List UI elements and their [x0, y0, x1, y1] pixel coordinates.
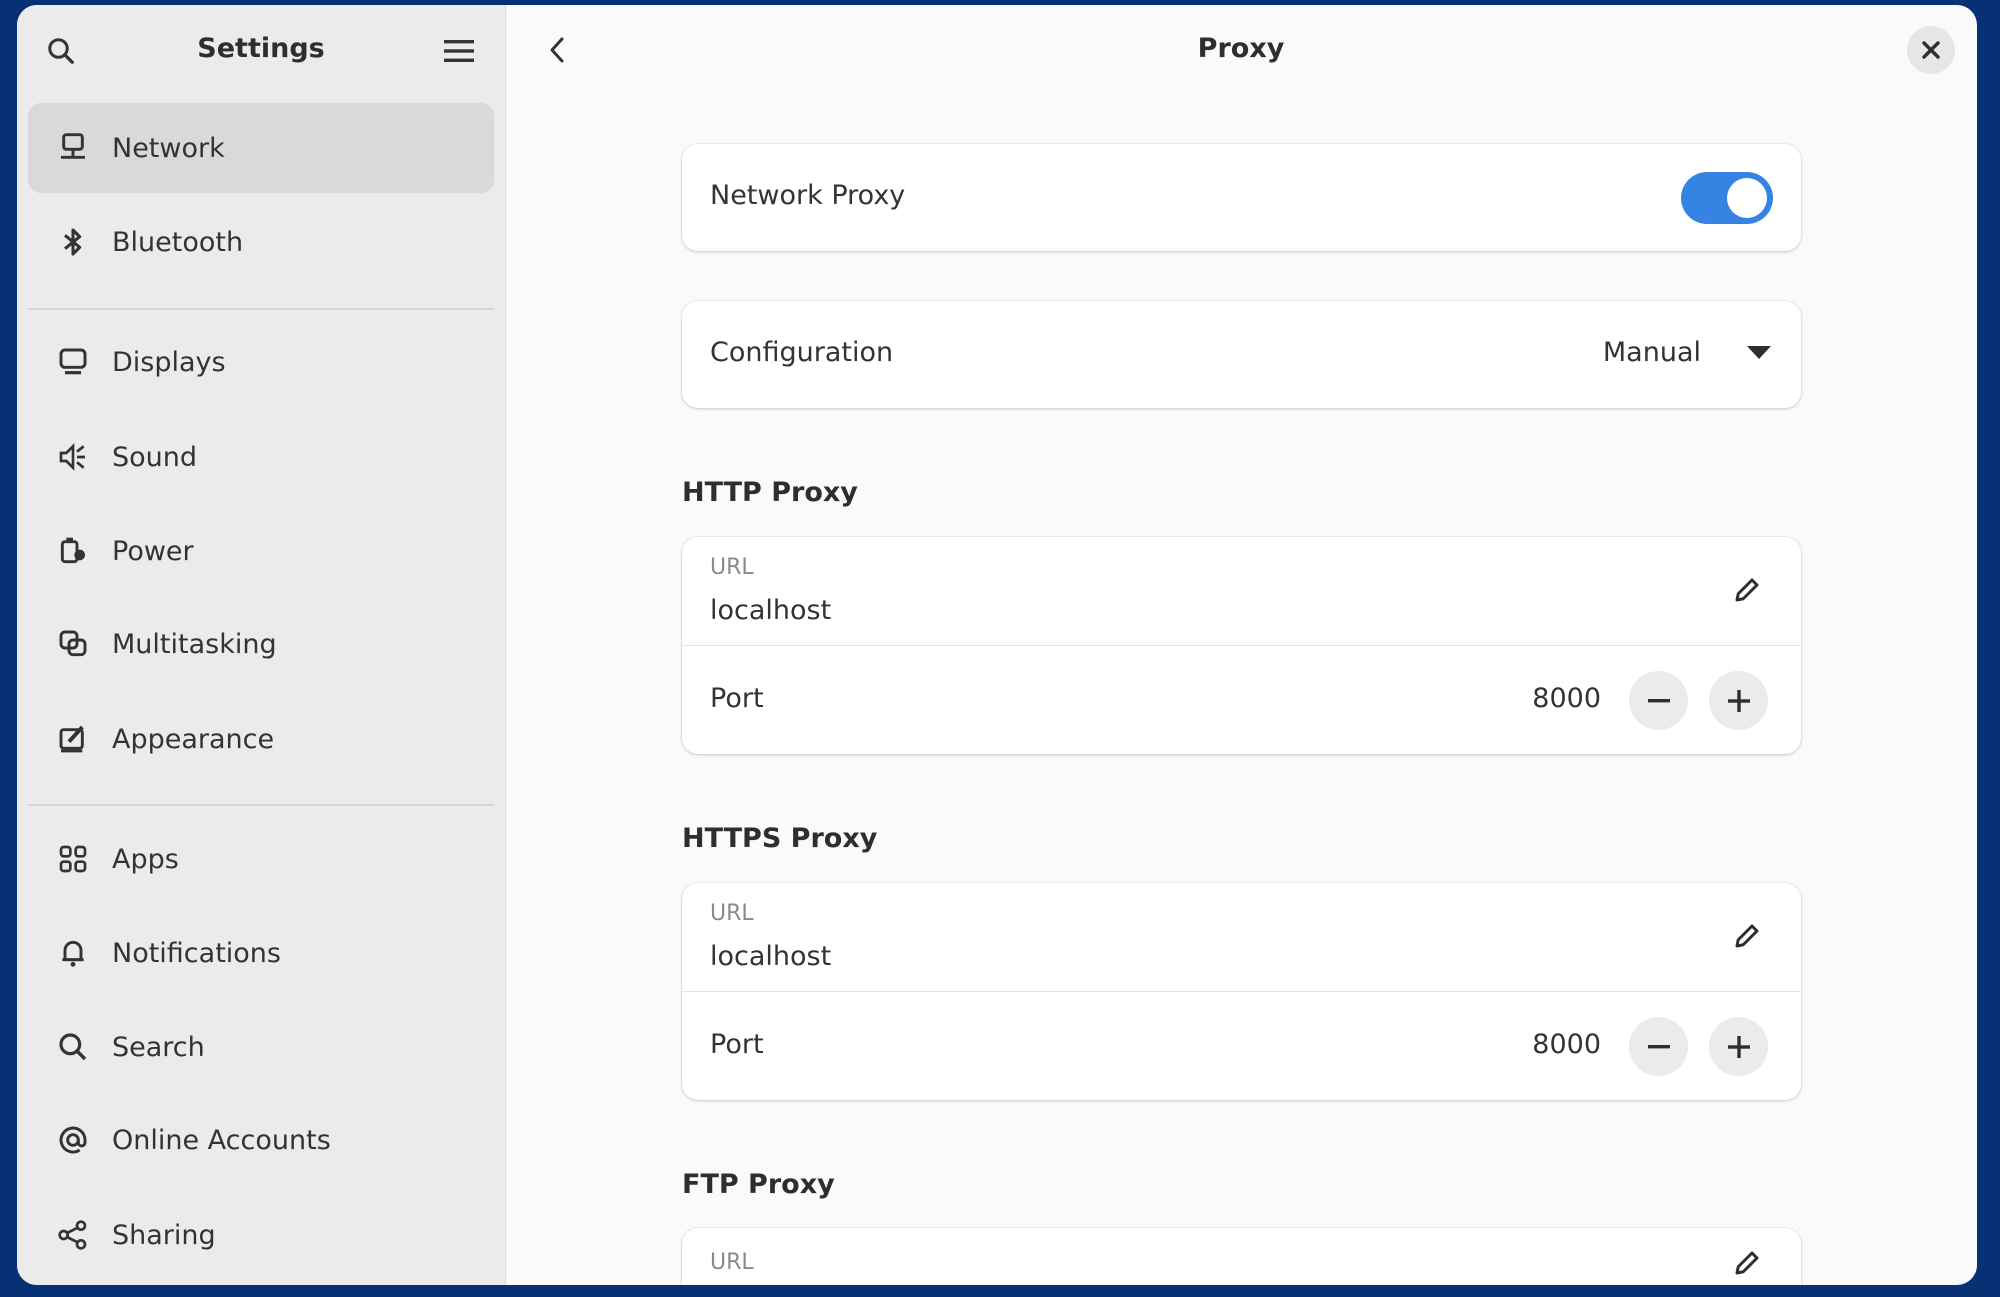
sidebar-item-label: Search [112, 1031, 205, 1063]
sidebar-item-label: Power [112, 535, 194, 567]
sidebar-item-label: Notifications [112, 937, 281, 969]
search-icon [48, 38, 74, 64]
sidebar-item-sound[interactable]: Sound [28, 412, 494, 502]
sidebar-item-label: Appearance [112, 723, 275, 755]
ftp-proxy-heading: FTP Proxy [682, 1169, 835, 1200]
bell-icon [56, 936, 90, 970]
share-icon [56, 1218, 90, 1252]
ftp-url-label: URL [710, 1250, 754, 1275]
pencil-icon [1735, 924, 1759, 948]
sidebar-item-label: Bluetooth [112, 226, 244, 258]
sidebar-item-label: Network [112, 132, 225, 164]
ftp-proxy-card: URL [682, 1228, 1801, 1285]
https-port-value[interactable]: 8000 [1532, 1029, 1601, 1060]
http-proxy-heading: HTTP Proxy [682, 477, 858, 508]
dropdown-arrow-icon [1747, 346, 1771, 359]
http-proxy-card: URL localhost Port 8000 [682, 537, 1801, 754]
main-menu-button[interactable] [439, 31, 479, 71]
back-button[interactable] [537, 30, 577, 70]
https-url-edit-button[interactable] [1732, 921, 1762, 955]
row-divider [682, 645, 1801, 646]
plus-icon [1727, 1035, 1750, 1058]
sidebar-item-bluetooth[interactable]: Bluetooth [28, 197, 494, 287]
search-button[interactable] [41, 31, 81, 71]
appearance-icon [56, 722, 90, 756]
power-icon [56, 534, 90, 568]
plus-icon [1727, 689, 1750, 712]
pencil-icon [1735, 1251, 1759, 1275]
configuration-label: Configuration [710, 337, 894, 368]
sidebar-item-search[interactable]: Search [28, 1002, 494, 1092]
minus-icon [1647, 698, 1670, 702]
sidebar-item-apps[interactable]: Apps [28, 814, 494, 904]
bluetooth-icon [56, 225, 90, 259]
ftp-url-edit-button[interactable] [1732, 1248, 1762, 1282]
configuration-value: Manual [1602, 337, 1701, 368]
http-port-label: Port [710, 683, 764, 714]
http-url-label: URL [710, 555, 754, 580]
network-proxy-toggle[interactable] [1681, 172, 1773, 224]
https-port-label: Port [710, 1029, 764, 1060]
http-port-value[interactable]: 8000 [1532, 683, 1601, 714]
sidebar-separator [28, 804, 494, 806]
display-icon [56, 345, 90, 379]
sidebar: Settings Network Bluetooth Displays Sound Po… [17, 5, 506, 1285]
sidebar-item-multitasking[interactable]: Multitasking [28, 599, 494, 689]
pencil-icon [1735, 578, 1759, 602]
https-port-increase-button[interactable] [1709, 1017, 1768, 1076]
settings-window: Settings Network Bluetooth Displays Sound Po… [17, 5, 1977, 1285]
https-url-value[interactable]: localhost [710, 941, 831, 972]
sidebar-title: Settings [197, 33, 325, 64]
chevron-left-icon [550, 37, 564, 63]
sidebar-item-label: Sound [112, 441, 198, 473]
close-button[interactable] [1907, 26, 1955, 74]
configuration-row[interactable]: Configuration Manual [682, 301, 1801, 408]
hamburger-menu-icon [444, 40, 474, 62]
http-port-increase-button[interactable] [1709, 671, 1768, 730]
sidebar-item-label: Sharing [112, 1219, 216, 1251]
speaker-icon [56, 440, 90, 474]
toggle-knob [1727, 178, 1767, 218]
page-title: Proxy [1197, 33, 1285, 64]
http-url-value[interactable]: localhost [710, 595, 831, 626]
search-icon [56, 1030, 90, 1064]
https-port-decrease-button[interactable] [1629, 1017, 1688, 1076]
proxy-page: Proxy Network Proxy Configuration Manual… [507, 5, 1977, 1285]
sidebar-item-sharing[interactable]: Sharing [28, 1190, 494, 1280]
sidebar-separator [28, 308, 494, 310]
at-icon [56, 1123, 90, 1157]
sidebar-item-network[interactable]: Network [28, 103, 494, 193]
sidebar-item-online-accounts[interactable]: Online Accounts [28, 1095, 494, 1185]
minus-icon [1647, 1044, 1670, 1048]
https-proxy-heading: HTTPS Proxy [682, 823, 878, 854]
sidebar-item-label: Apps [112, 843, 179, 875]
sidebar-item-notifications[interactable]: Notifications [28, 908, 494, 998]
network-proxy-row: Network Proxy [682, 144, 1801, 251]
close-icon [1922, 41, 1940, 59]
multitasking-icon [56, 627, 90, 661]
http-port-decrease-button[interactable] [1629, 671, 1688, 730]
network-icon [56, 131, 90, 165]
https-proxy-card: URL localhost Port 8000 [682, 883, 1801, 1100]
sidebar-item-label: Displays [112, 346, 226, 378]
network-proxy-label: Network Proxy [710, 180, 906, 211]
row-divider [682, 991, 1801, 992]
sidebar-item-power[interactable]: Power [28, 506, 494, 596]
http-url-edit-button[interactable] [1732, 575, 1762, 609]
apps-grid-icon [56, 842, 90, 876]
sidebar-item-displays[interactable]: Displays [28, 317, 494, 407]
sidebar-item-appearance[interactable]: Appearance [28, 694, 494, 784]
sidebar-item-label: Multitasking [112, 628, 277, 660]
sidebar-item-label: Online Accounts [112, 1124, 331, 1156]
https-url-label: URL [710, 901, 754, 926]
